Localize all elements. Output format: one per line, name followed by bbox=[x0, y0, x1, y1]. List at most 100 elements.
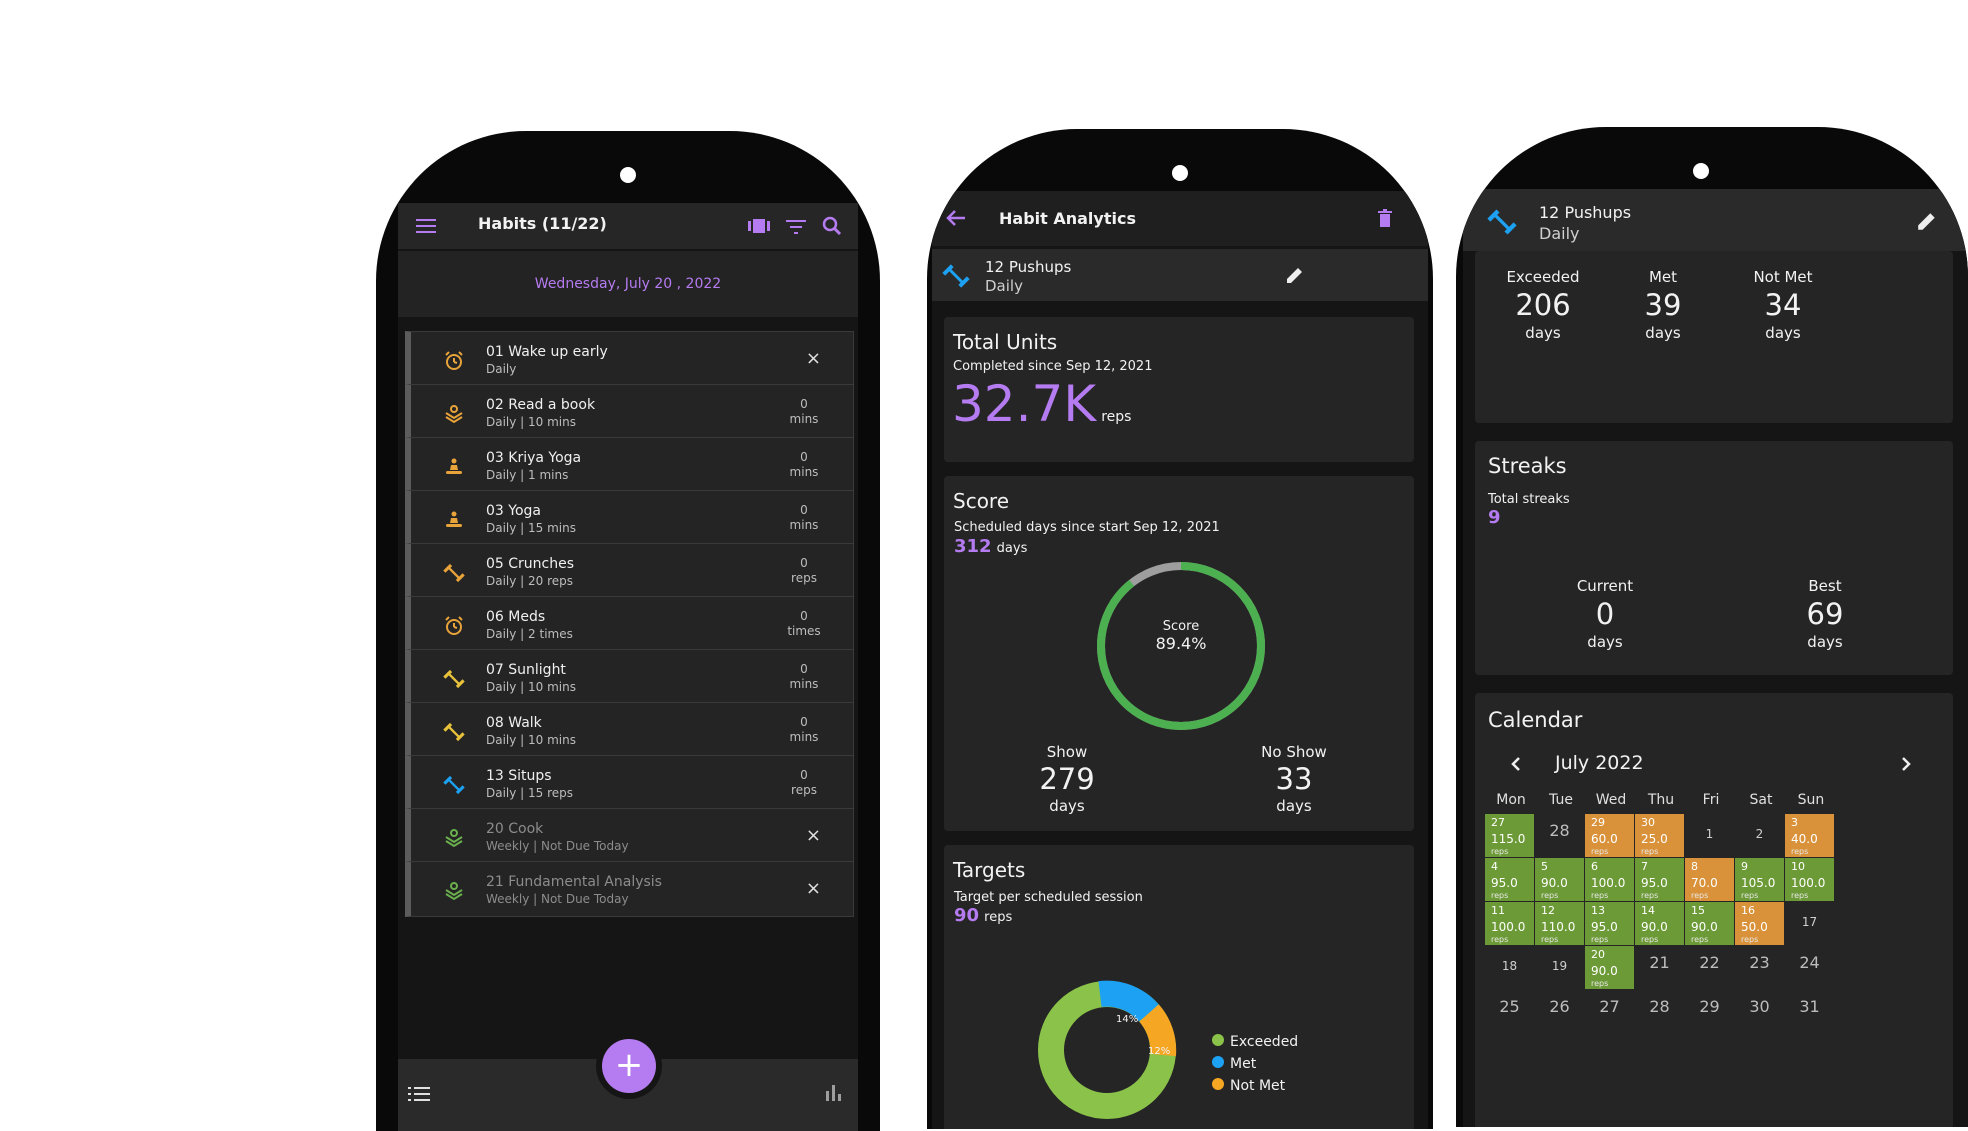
calendar-day[interactable]: 7 95.0 reps bbox=[1635, 858, 1684, 901]
calendar-day[interactable]: 22 bbox=[1685, 946, 1734, 989]
habit-row[interactable]: 13 Situps Daily | 15 reps 0 reps bbox=[405, 755, 854, 811]
edit-icon[interactable] bbox=[1916, 210, 1938, 232]
menu-icon[interactable] bbox=[416, 217, 436, 235]
calendar-day[interactable]: 18 bbox=[1485, 946, 1534, 989]
habit-progress[interactable]: 0 mins bbox=[779, 397, 829, 427]
calendar-day[interactable]: 21 bbox=[1635, 946, 1684, 989]
delete-icon[interactable] bbox=[1378, 209, 1392, 227]
card-heading: Score bbox=[953, 489, 1010, 513]
camera-dot bbox=[1172, 165, 1188, 181]
day-number: 23 bbox=[1749, 953, 1770, 972]
calendar-day[interactable]: 26 bbox=[1535, 990, 1584, 1033]
day-number: 13 bbox=[1591, 904, 1605, 917]
list-icon[interactable] bbox=[408, 1085, 430, 1103]
calendar-day[interactable]: 23 bbox=[1735, 946, 1784, 989]
habit-schedule: Daily | 15 reps bbox=[486, 786, 574, 800]
habit-progress[interactable]: 0 mins bbox=[779, 715, 829, 745]
stat-not-met: Not Met 34 days bbox=[1723, 268, 1843, 342]
calendar-day[interactable]: 4 95.0 reps bbox=[1485, 858, 1534, 901]
noshow-unit: days bbox=[1276, 797, 1312, 815]
calendar-day[interactable]: 13 95.0 reps bbox=[1585, 902, 1634, 945]
calendar-day[interactable]: 10 100.0 reps bbox=[1785, 858, 1834, 901]
habit-row[interactable]: 20 Cook Weekly | Not Due Today × bbox=[405, 808, 854, 864]
habit-name: 20 Cook bbox=[486, 821, 544, 837]
calendar-day[interactable]: 29 60.0 reps bbox=[1585, 814, 1634, 857]
calendar-day[interactable]: 6 100.0 reps bbox=[1585, 858, 1634, 901]
habit-row[interactable]: 05 Crunches Daily | 20 reps 0 reps bbox=[405, 543, 854, 599]
total-streaks: 9 bbox=[1488, 507, 1501, 528]
filter-icon[interactable] bbox=[786, 217, 806, 235]
habit-progress[interactable]: 0 reps bbox=[779, 556, 829, 586]
habit-progress-unit: reps bbox=[791, 783, 817, 797]
calendar-day[interactable]: 27 115.0 reps bbox=[1485, 814, 1534, 857]
best-streak: Best 69 days bbox=[1765, 577, 1885, 651]
calendar-day[interactable]: 2 bbox=[1735, 814, 1784, 857]
day-unit: reps bbox=[1591, 847, 1609, 856]
calendar-day[interactable]: 9 105.0 reps bbox=[1735, 858, 1784, 901]
day-number: 24 bbox=[1799, 953, 1820, 972]
calendar-day[interactable]: 30 25.0 reps bbox=[1635, 814, 1684, 857]
card-subtitle: Target per scheduled session bbox=[954, 890, 1143, 905]
calendar-day[interactable]: 3 40.0 reps bbox=[1785, 814, 1834, 857]
score-ring-label: Score bbox=[1162, 619, 1200, 634]
habit-schedule: Daily bbox=[486, 362, 517, 376]
close-icon[interactable]: × bbox=[806, 878, 821, 899]
chevron-right-icon[interactable] bbox=[1899, 755, 1913, 773]
habit-row[interactable]: 03 Yoga Daily | 15 mins 0 mins bbox=[405, 490, 854, 546]
calendar-day[interactable]: 14 90.0 reps bbox=[1635, 902, 1684, 945]
habit-progress-unit: mins bbox=[789, 518, 819, 532]
day-number: 22 bbox=[1699, 953, 1720, 972]
chevron-left-icon[interactable] bbox=[1509, 755, 1523, 773]
edit-icon[interactable] bbox=[1285, 265, 1305, 285]
calendar-day[interactable]: 29 bbox=[1685, 990, 1734, 1033]
calendar-day[interactable]: 24 bbox=[1785, 946, 1834, 989]
calendar-day[interactable]: 17 bbox=[1785, 902, 1834, 945]
habit-row[interactable]: 01 Wake up early Daily × bbox=[405, 331, 854, 387]
calendar-day[interactable]: 31 bbox=[1785, 990, 1834, 1033]
habit-progress[interactable]: 0 mins bbox=[779, 503, 829, 533]
stat-label: Met bbox=[1648, 268, 1678, 286]
habit-schedule: Daily | 10 mins bbox=[486, 733, 576, 747]
habit-progress[interactable]: 0 mins bbox=[779, 662, 829, 692]
day-unit: reps bbox=[1791, 847, 1809, 856]
day-unit: reps bbox=[1491, 891, 1509, 900]
habit-progress[interactable]: 0 reps bbox=[779, 768, 829, 798]
habit-row[interactable]: 02 Read a book Daily | 10 mins 0 mins bbox=[405, 384, 854, 440]
habit-row[interactable]: 07 Sunlight Daily | 10 mins 0 mins bbox=[405, 649, 854, 705]
carousel-icon[interactable] bbox=[748, 217, 770, 235]
calendar-day[interactable]: 20 90.0 reps bbox=[1585, 946, 1634, 989]
habit-name: 02 Read a book bbox=[486, 397, 596, 413]
calendar-day[interactable]: 16 50.0 reps bbox=[1735, 902, 1784, 945]
calendar-day[interactable]: 15 90.0 reps bbox=[1685, 902, 1734, 945]
calendar-day[interactable]: 11 100.0 reps bbox=[1485, 902, 1534, 945]
current-value: 0 bbox=[1595, 597, 1615, 631]
calendar-day[interactable]: 8 70.0 reps bbox=[1685, 858, 1734, 901]
search-icon[interactable] bbox=[822, 216, 842, 236]
calendar-day[interactable]: 19 bbox=[1535, 946, 1584, 989]
day-number: 30 bbox=[1641, 816, 1655, 829]
calendar-day[interactable]: 12 110.0 reps bbox=[1535, 902, 1584, 945]
habit-row[interactable]: 03 Kriya Yoga Daily | 1 mins 0 mins bbox=[405, 437, 854, 493]
habit-row[interactable]: 08 Walk Daily | 10 mins 0 mins bbox=[405, 702, 854, 758]
bar-chart-icon[interactable] bbox=[824, 1083, 844, 1103]
calendar-day[interactable]: 1 bbox=[1685, 814, 1734, 857]
calendar-day[interactable]: 25 bbox=[1485, 990, 1534, 1033]
habit-row[interactable]: 06 Meds Daily | 2 times 0 times bbox=[405, 596, 854, 652]
habit-name: 08 Walk bbox=[486, 715, 542, 731]
calendar-day[interactable]: 30 bbox=[1735, 990, 1784, 1033]
calendar-day[interactable]: 27 bbox=[1585, 990, 1634, 1033]
back-arrow-icon[interactable] bbox=[946, 209, 966, 227]
habit-progress[interactable]: 0 mins bbox=[779, 450, 829, 480]
phone-analytics: Habit Analytics 12 Pushups Daily Total U… bbox=[927, 129, 1433, 1129]
calendar-day[interactable]: 28 bbox=[1635, 990, 1684, 1033]
habit-row[interactable]: 21 Fundamental Analysis Weekly | Not Due … bbox=[405, 861, 854, 917]
close-icon[interactable]: × bbox=[806, 825, 821, 846]
close-icon[interactable]: × bbox=[806, 348, 821, 369]
calendar-day[interactable]: 5 90.0 reps bbox=[1535, 858, 1584, 901]
habit-progress[interactable]: 0 times bbox=[779, 609, 829, 639]
calendar-day[interactable]: 28 bbox=[1535, 814, 1584, 857]
habit-name: 06 Meds bbox=[486, 609, 546, 625]
add-habit-button[interactable]: + bbox=[602, 1039, 656, 1093]
page-title: Habits (11/22) bbox=[478, 214, 607, 233]
day-value: 95.0 bbox=[1641, 876, 1668, 890]
